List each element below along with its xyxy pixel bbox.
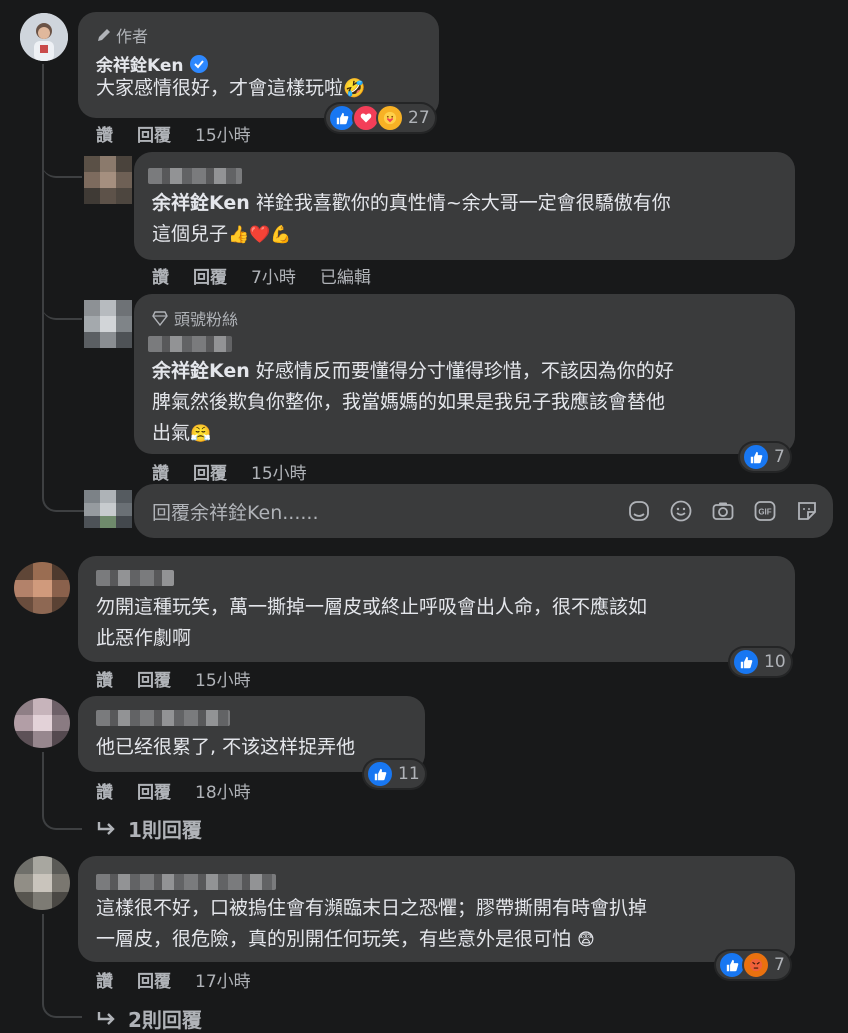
comment3-avatar[interactable] [14,698,70,748]
author-photo [20,13,68,61]
comment4-avatar[interactable] [14,856,70,910]
comment3-text: 他已经很累了, 不该这样捉弄他 [96,736,356,758]
timestamp[interactable]: 15小時 [195,121,251,146]
reply-button[interactable]: 回覆 [137,666,171,691]
comment2-reactions[interactable]: 10 [730,648,791,676]
thread-branch [42,150,82,178]
reply1-bubble: 余祥銓Ken 祥銓我喜歡你的真性情~余大哥一定會很驕傲有你 這個兒子👍❤️💪 [134,152,795,260]
thread-branch [42,290,82,320]
author-comment-actions: 讚 回覆 15小時 [96,121,251,146]
view-replies-link[interactable]: 1則回覆 [96,814,202,843]
gif-icon[interactable]: GIF [753,499,777,523]
reply1-author-name-redacted [148,168,242,184]
thread-branch [42,800,82,830]
reply2-bubble: 頭號粉絲 余祥銓Ken 好感情反而要懂得分寸懂得珍惜，不該因為你的好 脾氣然後欺… [134,294,795,454]
comment2-bubble: 勿開這種玩笑，萬一撕掉一層皮或終止呼吸會出人命，很不應該如 此惡作劇啊 [78,556,795,662]
reply2-actions: 讚 回覆 15小時 [152,459,307,484]
reaction-count[interactable]: 11 [398,764,420,784]
reply2-avatar[interactable] [84,300,132,348]
thread-line [42,914,44,1002]
mention-link[interactable]: 余祥銓Ken [152,192,250,214]
reaction-count[interactable]: 10 [764,652,786,672]
reply-button[interactable]: 回覆 [193,263,227,288]
timestamp[interactable]: 15小時 [195,666,251,691]
reaction-count[interactable]: 7 [774,955,785,975]
reply2-text: 余祥銓Ken 好感情反而要懂得分寸懂得珍惜，不該因為你的好 脾氣然後欺負你整你，… [152,360,674,444]
comment4-author-name-redacted [96,874,276,890]
reply-button[interactable]: 回覆 [137,121,171,146]
mention-link[interactable]: 余祥銓Ken [152,360,250,382]
author-badge: 作者 [96,23,148,47]
comment3-author-name-redacted [96,710,230,726]
reply-input-box[interactable]: 回覆余祥銓Ken...... GIF [134,484,833,538]
like-reaction-icon [366,760,394,788]
fearful-emoji: 😨 [577,930,595,950]
like-button[interactable]: 讚 [96,967,113,992]
author-reactions[interactable]: 27 [326,104,435,132]
comment3-actions: 讚 回覆 18小時 [96,778,251,803]
comment2-text: 勿開這種玩笑，萬一撕掉一層皮或終止呼吸會出人命，很不應該如 此惡作劇啊 [96,596,648,649]
emoji-group: 👍❤️💪 [228,225,292,245]
timestamp[interactable]: 18小時 [195,778,251,803]
comment3-reactions[interactable]: 11 [364,760,425,788]
rofl-emoji: 🤣 [343,78,366,99]
top-fan-label: 頭號粉絲 [174,310,239,329]
like-button[interactable]: 讚 [152,459,169,484]
reaction-count[interactable]: 27 [408,108,430,128]
comment2-author-name-redacted [96,570,174,586]
pencil-icon [98,29,110,41]
like-reaction-icon [732,648,760,676]
angry-reaction-icon [742,951,770,979]
view-replies-link[interactable]: 2則回覆 [96,1004,202,1033]
reply1-avatar[interactable] [84,156,132,204]
reply-input-placeholder[interactable]: 回覆余祥銓Ken...... [152,498,318,525]
reply-button[interactable]: 回覆 [137,778,171,803]
like-button[interactable]: 讚 [152,263,169,288]
reaction-count[interactable]: 7 [774,447,785,467]
sticker-icon[interactable] [795,499,819,523]
like-button[interactable]: 讚 [96,778,113,803]
current-user-avatar [84,490,132,528]
reply1-actions: 讚 回覆 7小時 已編輯 [152,263,371,288]
reply-arrow-icon [97,1011,115,1025]
reply1-text: 余祥銓Ken 祥銓我喜歡你的真性情~余大哥一定會很驕傲有你 這個兒子👍❤️💪 [152,192,671,245]
author-comment-bubble: 作者 余祥銓Ken 大家感情很好，才會這樣玩啦🤣 [78,12,439,118]
author-avatar[interactable] [20,13,68,61]
author-badge-label: 作者 [116,27,149,46]
svg-text:GIF: GIF [758,508,771,517]
like-reaction-icon [742,443,770,471]
camera-icon[interactable] [711,499,735,523]
reply2-reactions[interactable]: 7 [740,443,790,471]
comment2-actions: 讚 回覆 15小時 [96,666,251,691]
sticker-face-icon[interactable] [627,499,651,523]
care-reaction-icon [376,104,404,132]
timestamp[interactable]: 15小時 [251,459,307,484]
comment4-bubble: 這樣很不好，口被摀住會有瀕臨末日之恐懼；膠帶撕開有時會扒掉 一層皮，很危險，真的… [78,856,795,962]
edited-label[interactable]: 已編輯 [320,263,371,288]
comment2-avatar[interactable] [14,562,70,614]
reply2-author-name-redacted [148,336,232,352]
timestamp[interactable]: 7小時 [251,263,296,288]
like-button[interactable]: 讚 [96,666,113,691]
emoji-icon[interactable] [669,499,693,523]
diamond-icon [152,311,168,326]
reply-button[interactable]: 回覆 [137,967,171,992]
author-comment-text: 大家感情很好，才會這樣玩啦🤣 [96,77,366,99]
steam-emoji: 😤 [190,424,212,444]
comment4-reactions[interactable]: 7 [716,951,790,979]
verified-badge-icon [189,54,208,73]
thread-line [42,64,44,484]
like-button[interactable]: 讚 [96,121,113,146]
timestamp[interactable]: 17小時 [195,967,251,992]
comment4-text: 這樣很不好，口被摀住會有瀕臨末日之恐懼；膠帶撕開有時會扒掉 一層皮，很危險，真的… [96,897,648,950]
thread-branch [42,990,82,1018]
comment4-actions: 讚 回覆 17小時 [96,967,251,992]
thread-branch [42,480,84,512]
reply-arrow-icon [97,821,115,835]
top-fan-badge: 頭號粉絲 [152,306,238,330]
reply-button[interactable]: 回覆 [193,459,227,484]
